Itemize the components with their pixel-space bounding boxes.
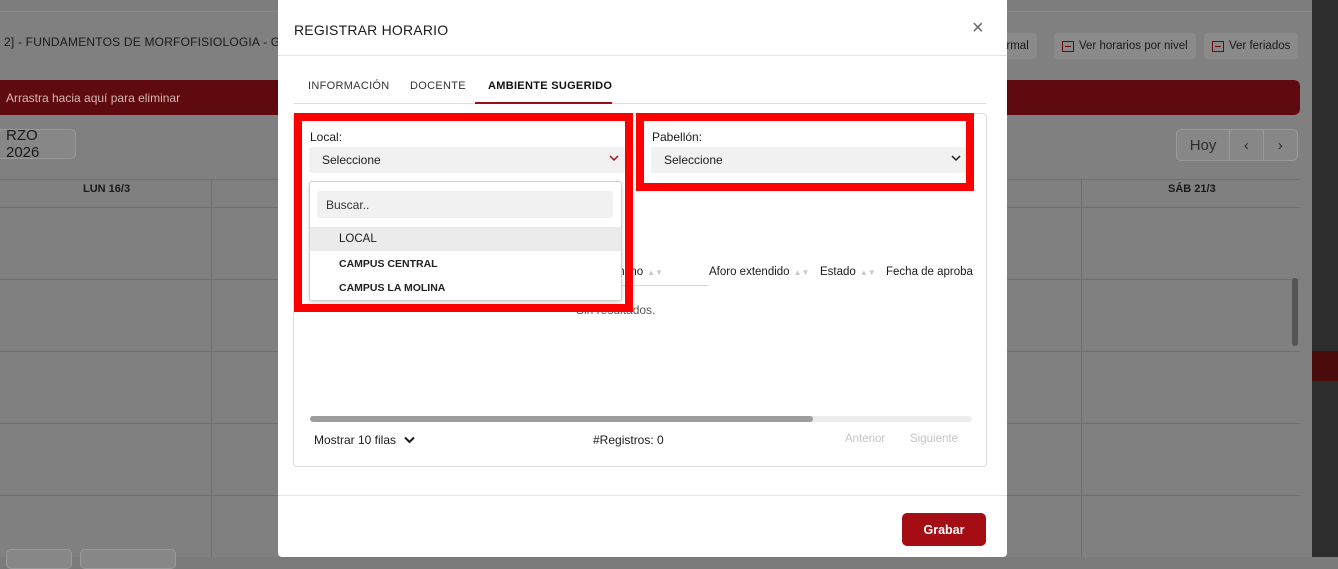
- modal-tabs: INFORMACIÓN DOCENTE AMBIENTE SUGERIDO: [294, 74, 986, 104]
- tab-informacion[interactable]: INFORMACIÓN: [308, 80, 390, 92]
- sort-icon: ▲▼: [793, 268, 810, 277]
- grid-line: [1081, 179, 1082, 557]
- rows-per-page-label: Mostrar 10 filas: [314, 433, 397, 447]
- footer-divider: [278, 495, 1007, 496]
- ver-horarios-por-nivel-label: Ver horarios por nivel: [1079, 40, 1188, 52]
- active-tab-indicator: [475, 102, 612, 104]
- ver-feriados-label: Ver feriados: [1229, 40, 1291, 52]
- table-horizontal-scrollbar[interactable]: [310, 416, 972, 422]
- records-count: #Registros: 0: [593, 433, 664, 447]
- course-title: 2] - FUNDAMENTOS DE MORFOFISIOLOGIA - G0…: [4, 35, 301, 49]
- right-edge-panel: [1312, 0, 1338, 557]
- month-label: RZO 2026: [0, 127, 76, 161]
- calendar-nav: Hoy ‹ ›: [1176, 129, 1298, 161]
- prev-page-button[interactable]: Anterior: [845, 433, 885, 445]
- day-header-mon: LUN 16/3: [83, 183, 131, 195]
- save-button[interactable]: Grabar: [902, 513, 986, 546]
- sort-icon: ▲▼: [647, 268, 663, 277]
- column-header-label: Fecha de aproba: [886, 266, 973, 278]
- column-header[interactable]: Estado ▲▼: [820, 266, 876, 278]
- column-header[interactable]: Aforo extendido ▲▼: [709, 266, 809, 278]
- ver-feriados-button[interactable]: Ver feriados: [1204, 33, 1299, 59]
- delete-drop-zone-text: Arrastra hacia aquí para eliminar: [6, 90, 181, 105]
- tab-ambiente-sugerido[interactable]: AMBIENTE SUGERIDO: [488, 80, 612, 92]
- sort-icon: ▲▼: [859, 268, 876, 277]
- ver-horarios-por-nivel-button[interactable]: Ver horarios por nivel: [1054, 33, 1196, 59]
- next-page-button[interactable]: Siguiente: [910, 433, 958, 445]
- prev-week-button[interactable]: ‹: [1230, 130, 1264, 160]
- column-header-label: Estado: [820, 266, 856, 278]
- close-icon[interactable]: ×: [972, 18, 984, 38]
- modal-title: REGISTRAR HORARIO: [294, 22, 449, 38]
- event-marker: [1312, 351, 1338, 381]
- bottom-button[interactable]: [80, 549, 176, 569]
- chevron-down-icon: [404, 436, 415, 444]
- calendar-scrollbar[interactable]: [1292, 278, 1298, 346]
- pabellon-highlight-box: [636, 113, 974, 191]
- scrollbar-thumb[interactable]: [310, 416, 813, 422]
- tab-docente[interactable]: DOCENTE: [410, 80, 466, 92]
- local-highlight-box: [294, 113, 633, 312]
- grid-line: [211, 179, 212, 557]
- day-header-sat: SÁB 21/3: [1168, 183, 1216, 195]
- header-divider: [278, 55, 1007, 56]
- month-label-text: RZO 2026: [6, 127, 40, 161]
- rows-per-page-select[interactable]: Mostrar 10 filas: [314, 433, 415, 447]
- column-header-label: Aforo extendido: [709, 266, 790, 278]
- next-week-button[interactable]: ›: [1264, 130, 1297, 160]
- today-button[interactable]: Hoy: [1177, 130, 1231, 160]
- chart-icon: [1212, 40, 1224, 52]
- column-header[interactable]: Fecha de aproba: [886, 266, 973, 278]
- calendar-icon: [1062, 40, 1074, 52]
- bottom-button[interactable]: [6, 549, 72, 569]
